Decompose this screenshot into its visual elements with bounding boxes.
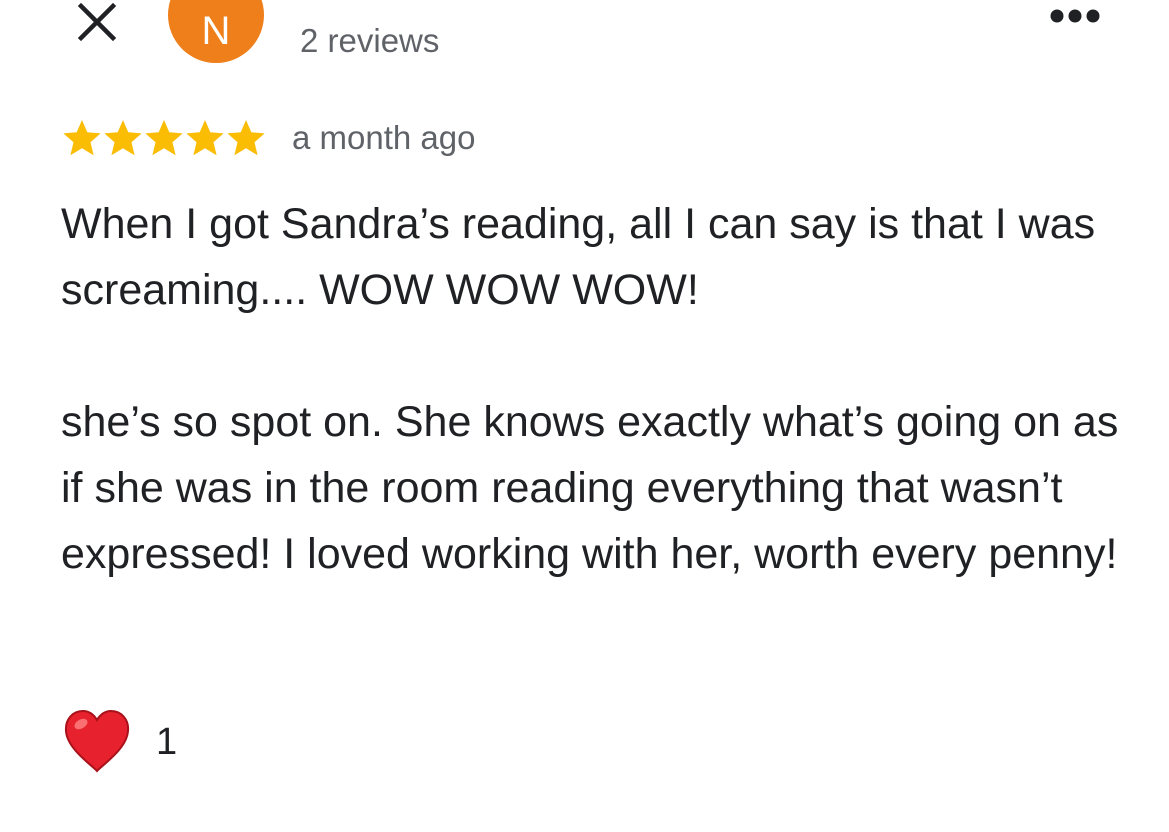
review-date: a month ago — [292, 119, 476, 156]
reaction-count: 1 — [156, 720, 178, 763]
star-icon — [104, 120, 142, 156]
rating-row: a month ago — [62, 116, 475, 160]
review-paragraph: she’s so spot on. She knows exactly what… — [61, 398, 1119, 578]
reviewer-name[interactable]: N C — [300, 0, 362, 6]
star-icon — [227, 120, 265, 156]
avatar-initial: N — [201, 8, 231, 53]
avatar[interactable]: N — [168, 0, 264, 63]
star-icon — [63, 120, 101, 156]
review-text: When I got Sandra’s reading, all I can s… — [61, 191, 1121, 587]
reaction-row: 1 — [62, 706, 177, 778]
more-horiz-icon — [1050, 9, 1100, 23]
review-count: 2 reviews — [300, 22, 440, 59]
star-rating — [62, 118, 266, 158]
close-button[interactable] — [68, 0, 126, 46]
review-paragraph: When I got Sandra’s reading, all I can s… — [61, 200, 1096, 314]
star-icon — [186, 120, 224, 156]
heart-reaction-button[interactable] — [62, 706, 132, 778]
close-icon — [77, 2, 117, 42]
heart-icon — [64, 709, 130, 773]
star-icon — [145, 120, 183, 156]
more-options-button[interactable] — [1040, 0, 1110, 32]
